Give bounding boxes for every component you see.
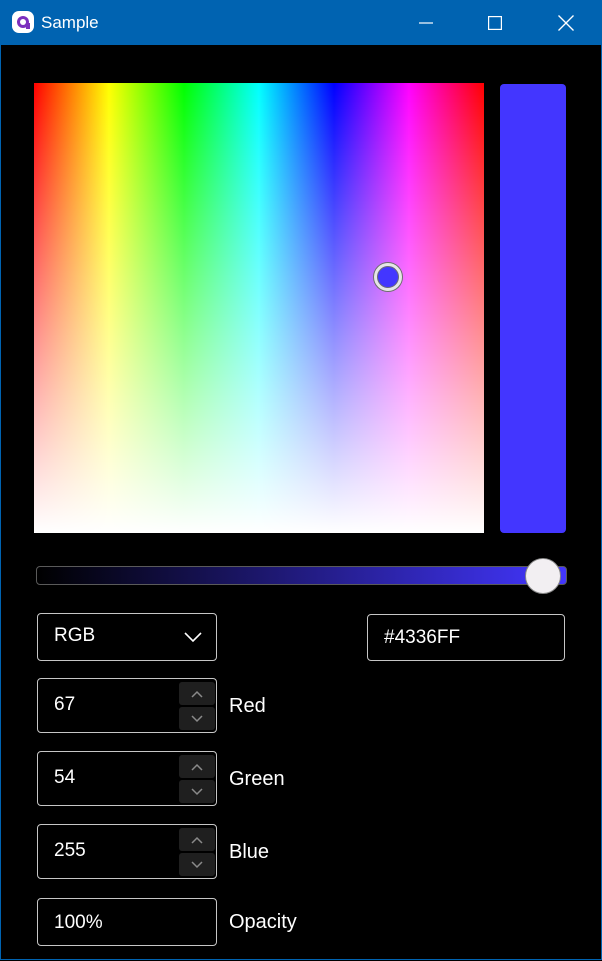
window-title: Sample [41,13,99,32]
close-button[interactable] [543,0,589,45]
opacity-label: Opacity [229,911,297,933]
chevron-down-icon [184,632,202,643]
app-logo-icon [12,11,34,33]
maximize-button[interactable] [472,0,518,45]
blue-decrement-button[interactable] [179,853,215,876]
value-slider-thumb[interactable] [525,558,561,594]
blue-value: 255 [54,840,86,861]
red-value: 67 [54,694,76,715]
chevron-up-icon [191,763,203,771]
maximize-icon [488,15,502,30]
blue-number-box[interactable]: 255 [37,824,217,879]
chevron-down-icon [191,787,203,795]
spectrum-selector-thumb[interactable] [374,263,402,291]
green-value: 54 [54,767,76,788]
red-number-box[interactable]: 67 [37,678,217,733]
green-increment-button[interactable] [179,755,215,778]
minimize-icon [419,21,433,24]
red-decrement-button[interactable] [179,707,215,730]
opacity-input[interactable]: 100% [37,898,217,946]
minimize-button[interactable] [403,0,449,45]
color-mode-value: RGB [54,625,96,646]
green-decrement-button[interactable] [179,780,215,803]
green-label: Green [229,768,285,790]
color-spectrum[interactable] [34,83,484,533]
blue-label: Blue [229,841,270,863]
chevron-up-icon [191,836,203,844]
red-label: Red [229,695,266,717]
color-mode-dropdown[interactable]: RGB [37,613,217,661]
color-preview [500,84,566,533]
title-bar[interactable]: Sample [0,0,602,45]
blue-increment-button[interactable] [179,828,215,851]
chevron-down-icon [191,714,203,722]
chevron-up-icon [191,690,203,698]
hex-input[interactable]: #4336FF [367,614,565,661]
chevron-down-icon [191,860,203,868]
green-number-box[interactable]: 54 [37,751,217,806]
opacity-value: 100% [54,912,103,933]
hex-value: #4336FF [384,627,461,648]
close-icon [558,14,574,31]
red-increment-button[interactable] [179,682,215,705]
value-slider-track[interactable] [36,566,567,585]
